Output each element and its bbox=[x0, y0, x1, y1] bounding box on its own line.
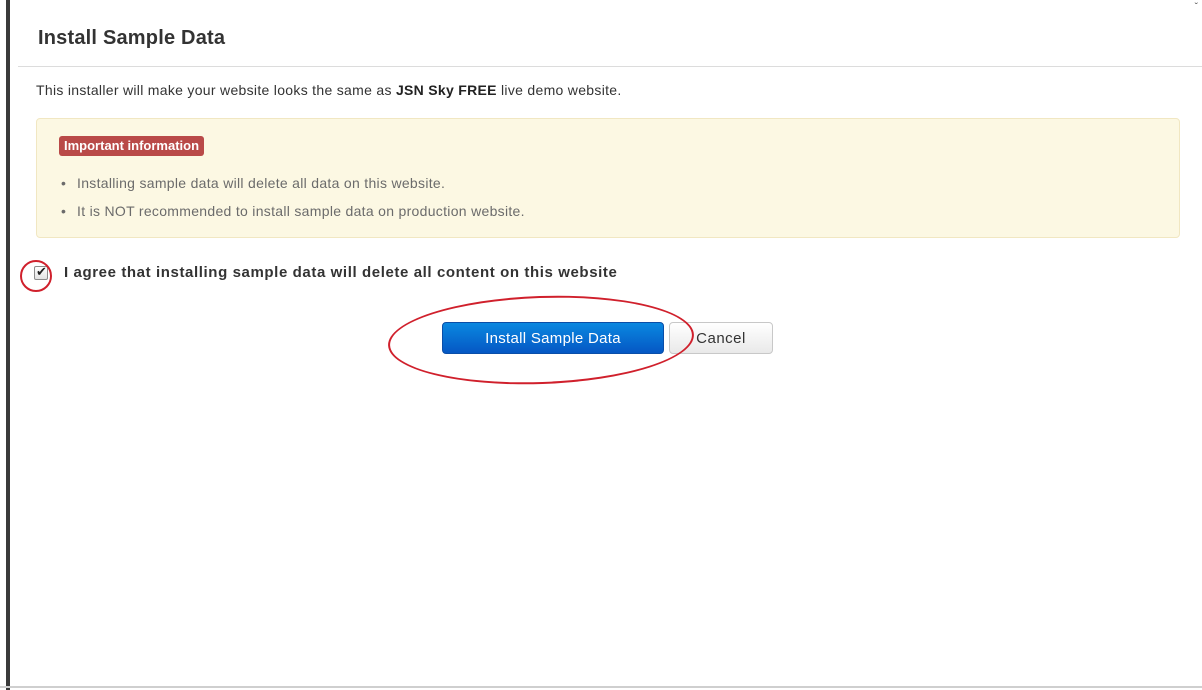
bullet-icon: • bbox=[61, 175, 67, 191]
install-button-highlight-ellipse bbox=[386, 290, 696, 390]
list-item: • Installing sample data will delete all … bbox=[59, 169, 525, 197]
template-name: JSN Sky FREE bbox=[395, 82, 497, 98]
intro-prefix: This installer will make your website lo… bbox=[36, 82, 396, 98]
bottom-divider bbox=[0, 686, 1202, 688]
important-info-badge: Important information bbox=[59, 136, 205, 156]
intro-text: This installer will make your website lo… bbox=[36, 82, 622, 98]
modal-title: Install Sample Data bbox=[38, 27, 226, 49]
intro-suffix: live demo website. bbox=[496, 82, 622, 98]
warning-list: • Installing sample data will delete all … bbox=[59, 169, 525, 225]
modal-header: Install Sample Data bbox=[18, 0, 1202, 67]
warning-item-text: It is NOT recommended to install sample … bbox=[77, 203, 525, 219]
checkbox-highlight-circle bbox=[20, 260, 52, 292]
warning-alert: Important information • Installing sample… bbox=[36, 118, 1180, 238]
install-sample-data-dialog: ˇ Install Sample Data This installer wil… bbox=[0, 0, 1202, 690]
agree-label[interactable]: I agree that installing sample data will… bbox=[64, 264, 617, 281]
warning-item-text: Installing sample data will delete all d… bbox=[77, 175, 446, 191]
bullet-icon: • bbox=[61, 203, 67, 219]
list-item: • It is NOT recommended to install sample… bbox=[59, 197, 525, 225]
window-left-edge bbox=[6, 0, 10, 690]
